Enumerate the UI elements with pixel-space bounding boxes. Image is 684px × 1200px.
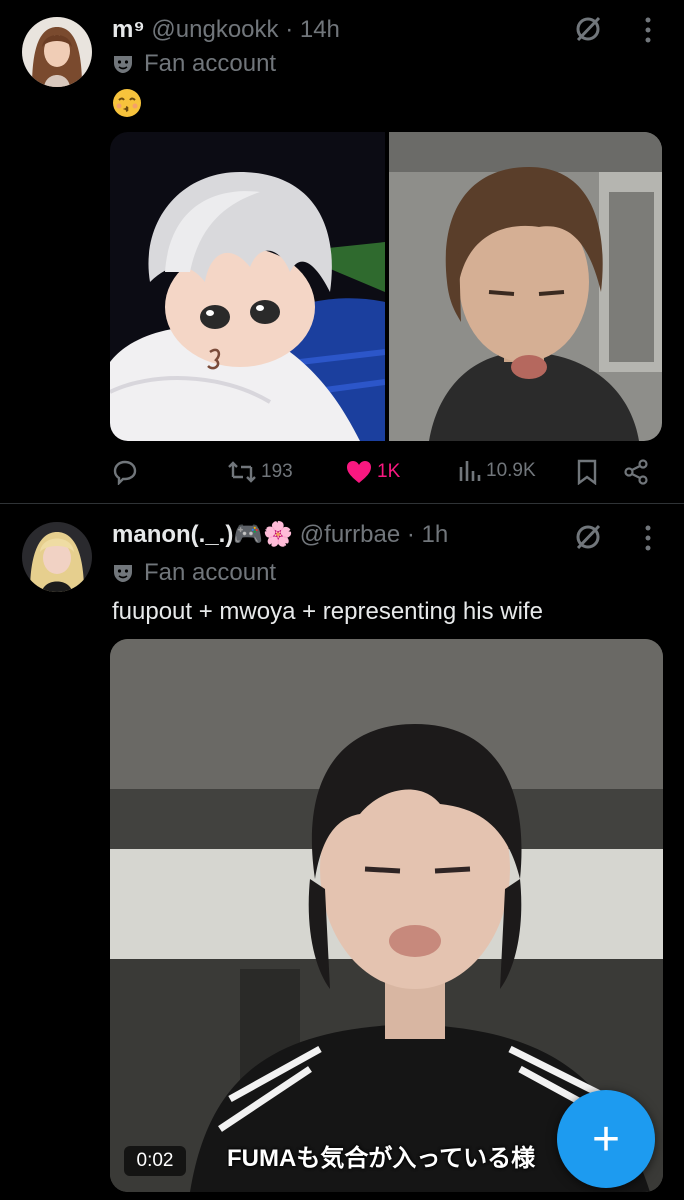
tweet-header: m⁹ @ungkookk · 14h bbox=[112, 16, 340, 44]
label-text: Fan account bbox=[144, 50, 277, 77]
share-button[interactable] bbox=[623, 459, 649, 485]
fan-account-label: Fan account bbox=[112, 50, 276, 78]
tweet-header: manon(._.)🎮🌸 @furrbae · 1h bbox=[112, 521, 448, 549]
like-count: 1K bbox=[377, 461, 401, 482]
hide-icon[interactable] bbox=[573, 522, 603, 557]
views-count: 10.9K bbox=[486, 460, 536, 481]
media-image-photo[interactable] bbox=[389, 132, 662, 441]
user-handle[interactable]: @ungkookk bbox=[151, 16, 278, 43]
reply-button[interactable] bbox=[112, 459, 142, 485]
views-button[interactable]: 10.9K bbox=[458, 459, 536, 483]
kissing-emoji: 😙 bbox=[112, 88, 142, 123]
tweet-text: fuupout + mwoya + representing his wife bbox=[112, 598, 543, 625]
timestamp[interactable]: · 1h bbox=[407, 521, 448, 548]
retweet-count: 193 bbox=[261, 461, 293, 482]
bookmark-icon bbox=[577, 459, 597, 485]
reply-icon bbox=[113, 460, 137, 485]
retweet-icon bbox=[228, 461, 256, 483]
avatar[interactable] bbox=[22, 522, 92, 592]
video-subtitle: FUMAも気合が入っている様 bbox=[227, 1145, 536, 1172]
timestamp[interactable]: · 14h bbox=[285, 16, 340, 43]
tweet-actions: 193 1K 10.9K bbox=[0, 453, 684, 493]
more-options-icon[interactable] bbox=[642, 524, 654, 557]
display-name[interactable]: manon(._.)🎮🌸 bbox=[112, 521, 293, 548]
label-text: Fan account bbox=[144, 559, 277, 586]
heart-icon bbox=[347, 461, 371, 483]
theater-masks-icon bbox=[114, 56, 132, 73]
theater-masks-icon bbox=[114, 565, 132, 582]
avatar[interactable] bbox=[22, 17, 92, 87]
user-handle[interactable]: @furrbae bbox=[300, 521, 400, 548]
tweet-divider bbox=[0, 503, 684, 504]
plus-icon: + bbox=[591, 1112, 621, 1166]
fan-account-label: Fan account bbox=[112, 559, 276, 587]
video-duration: 0:02 bbox=[124, 1146, 186, 1176]
share-icon bbox=[624, 459, 648, 485]
media-image-anime[interactable] bbox=[110, 132, 385, 441]
views-icon bbox=[459, 461, 481, 481]
display-name[interactable]: m⁹ bbox=[112, 16, 145, 43]
retweet-button[interactable]: 193 bbox=[227, 459, 293, 485]
tweet[interactable]: m⁹ @ungkookk · 14h Fan account 😙 bbox=[0, 0, 684, 503]
more-options-icon[interactable] bbox=[642, 16, 654, 49]
hide-icon[interactable] bbox=[573, 14, 603, 49]
like-button[interactable]: 1K bbox=[345, 459, 400, 485]
bookmark-button[interactable] bbox=[576, 459, 598, 485]
compose-button[interactable]: + bbox=[557, 1090, 655, 1188]
